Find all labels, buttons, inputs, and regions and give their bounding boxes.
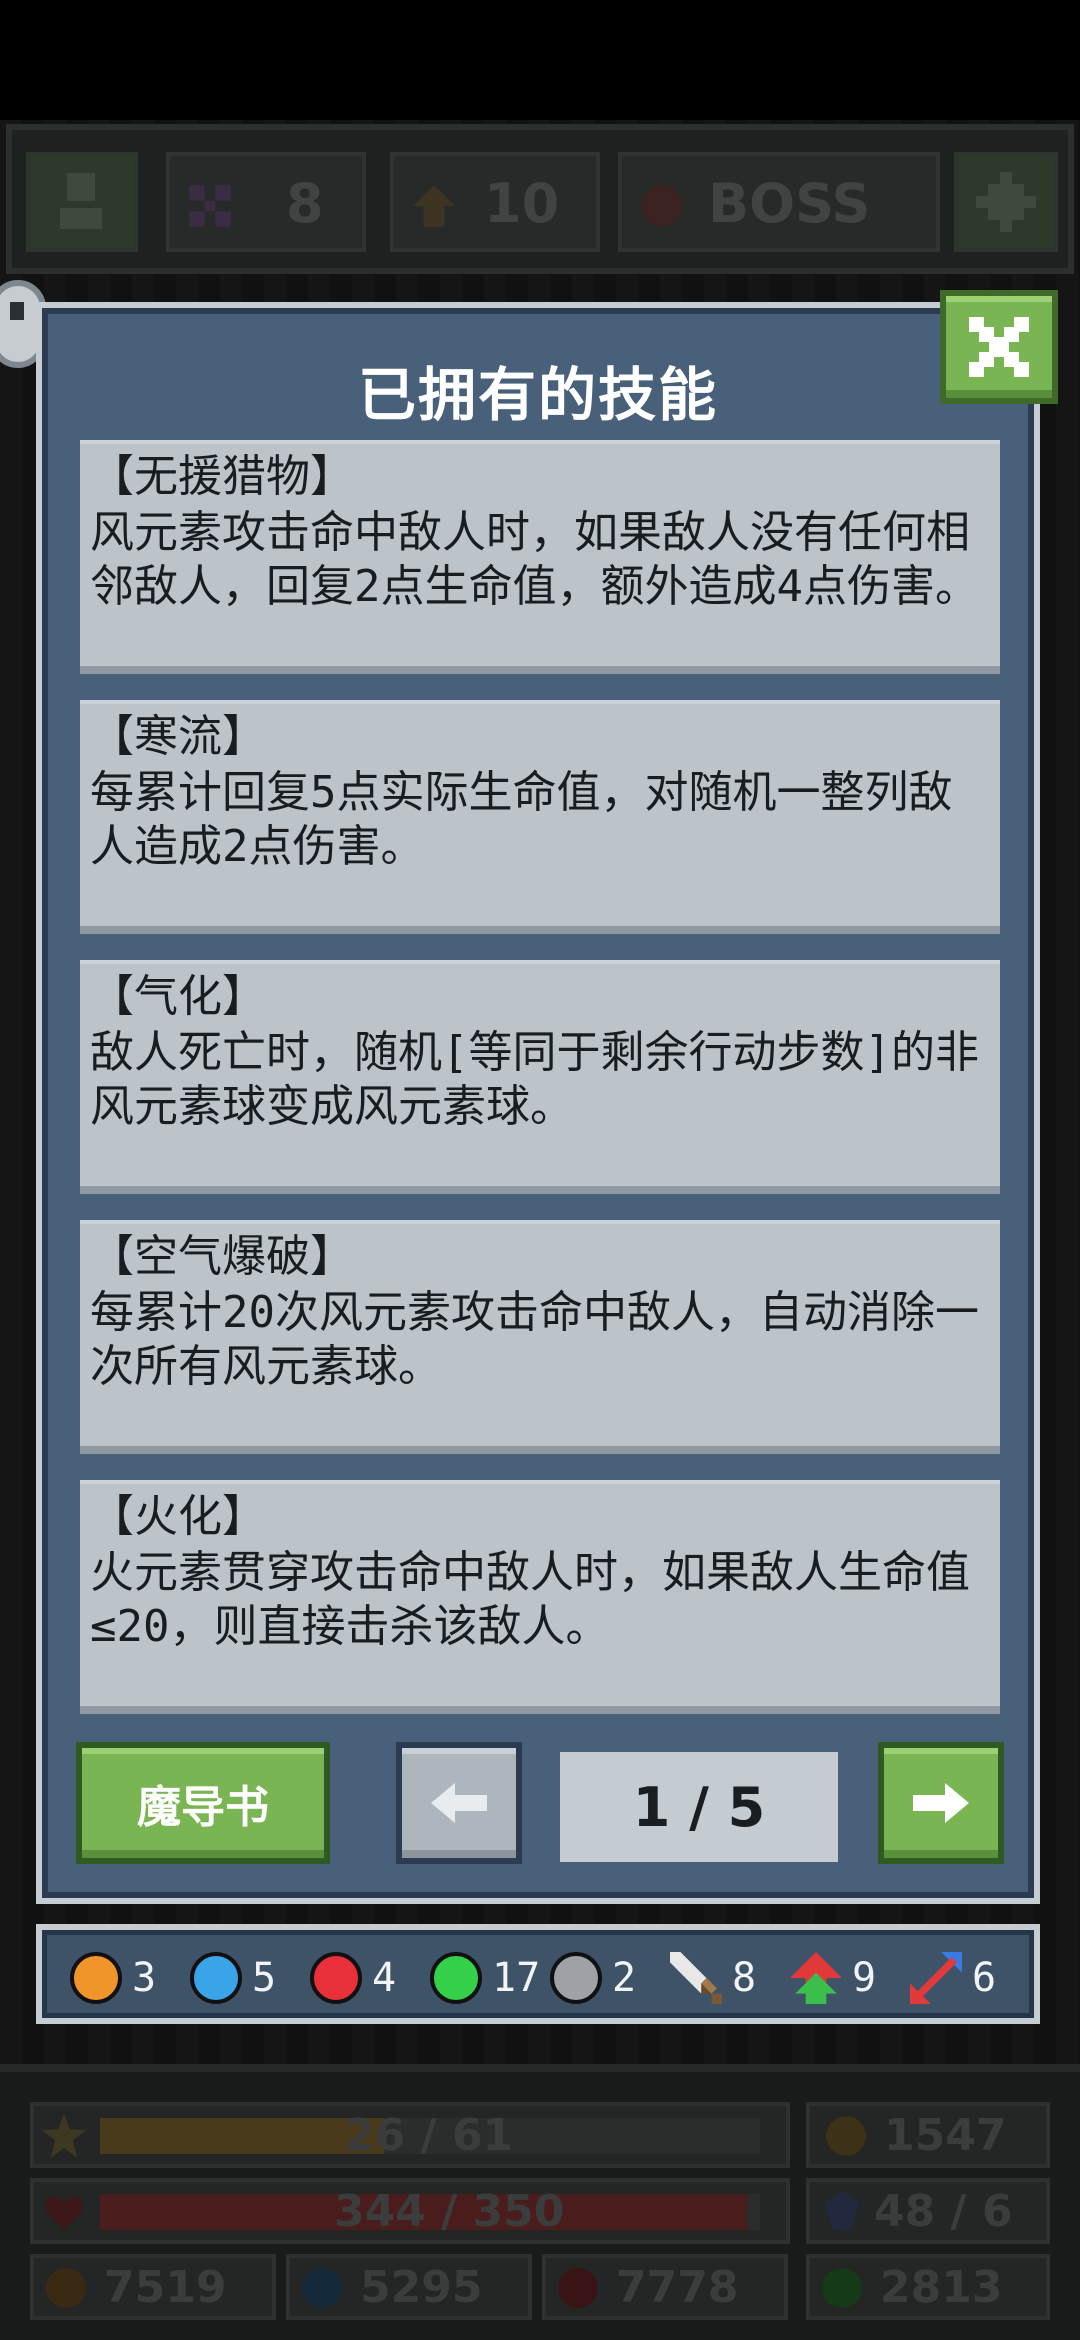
green-orb-icon: [430, 1952, 482, 2004]
resource-item: 5: [190, 1950, 276, 2006]
orange-orb-icon: [70, 1952, 122, 2004]
resource-count: 2: [612, 1955, 637, 2001]
skill-card[interactable]: 【无援猎物】 风元素攻击命中敌人时，如果敌人没有任何相邻敌人，回复2点生命值，额…: [80, 440, 1000, 674]
resource-item: 9: [790, 1950, 876, 2006]
resource-count: 9: [852, 1955, 877, 2001]
resource-count: 3: [132, 1955, 157, 2001]
star-icon: [42, 2114, 86, 2158]
skill-name: 【空气爆破】: [90, 1231, 354, 1282]
blue-stat-icon: [302, 2268, 342, 2308]
dialog-title: 已拥有的技能: [357, 361, 718, 429]
resource-item: 2: [550, 1950, 636, 2006]
stat-value-3: 7778: [616, 2262, 739, 2313]
relic-counter: 8: [166, 152, 366, 252]
skill-name: 【气化】: [90, 971, 266, 1022]
skill-description: 火元素贯穿攻击命中敌人时，如果敌人生命值≤20，则直接击杀该敌人。: [90, 1547, 970, 1652]
top-bar: 8 10 BOSS: [6, 124, 1074, 274]
profile-button[interactable]: [26, 152, 138, 252]
person-icon: [60, 173, 102, 229]
stat-panel-2: 5295: [286, 2254, 532, 2320]
armor-value: 48 / 6: [874, 2186, 1013, 2237]
gold-coin-icon: [826, 2116, 866, 2156]
resource-count: 4: [372, 1955, 397, 2001]
skill-description: 每累计回复5点实际生命值，对随机一整列敌人造成2点伤害。: [90, 767, 953, 872]
sword-icon: [670, 1952, 722, 2004]
stat-panel-1: 7519: [30, 2254, 276, 2320]
stat-value-4: 2813: [880, 2262, 1003, 2313]
right-arrow-icon: [913, 1783, 969, 1823]
skill-card[interactable]: 【火化】 火元素贯穿攻击命中敌人时，如果敌人生命值≤20，则直接击杀该敌人。: [80, 1480, 1000, 1714]
xp-text: 26 / 61: [344, 2110, 514, 2161]
gear-icon: [976, 172, 1036, 232]
skill-description: 风元素攻击命中敌人时，如果敌人没有任何相邻敌人，回复2点生命值，额外造成4点伤害…: [90, 507, 979, 612]
gold-amount: 1547: [884, 2110, 1007, 2161]
skill-card[interactable]: 【气化】 敌人死亡时，随机[等同于剩余行动步数]的非风元素球变成风元素球。: [80, 960, 1000, 1194]
relic-count: 8: [286, 172, 324, 235]
skill-name: 【无援猎物】: [90, 451, 354, 502]
gold-panel: 1547: [806, 2102, 1050, 2168]
stat-panel-3: 7778: [542, 2254, 788, 2320]
left-arrow-icon: [431, 1783, 487, 1823]
stat-value-2: 5295: [360, 2262, 483, 2313]
resource-item: 17: [430, 1950, 540, 2006]
orange-stat-icon: [46, 2268, 86, 2308]
stat-value-1: 7519: [104, 2262, 227, 2313]
settings-button[interactable]: [954, 152, 1058, 252]
resource-count: 5: [252, 1955, 277, 2001]
upgrade-arrow-icon: [790, 1952, 842, 2004]
hp-panel: 344 / 350: [30, 2178, 790, 2244]
grimoire-label: 魔导书: [137, 1782, 269, 1833]
resource-item: 6: [910, 1950, 996, 2006]
resource-item: 4: [310, 1950, 396, 2006]
resource-count: 17: [492, 1955, 541, 2001]
close-icon: [969, 317, 1029, 377]
blue-orb-icon: [190, 1952, 242, 2004]
swap-arrows-icon: [910, 1952, 962, 2004]
up-arrow-icon: [413, 185, 455, 227]
page-indicator: 1 / 5: [560, 1752, 838, 1862]
level-count: 10: [484, 172, 560, 235]
skill-card[interactable]: 【寒流】 每累计回复5点实际生命值，对随机一整列敌人造成2点伤害。: [80, 700, 1000, 934]
red-orb-icon: [310, 1952, 362, 2004]
resource-item: 8: [670, 1950, 756, 2006]
boss-indicator[interactable]: BOSS: [618, 152, 940, 252]
skill-description: 敌人死亡时，随机[等同于剩余行动步数]的非风元素球变成风元素球。: [90, 1027, 979, 1132]
next-page-button[interactable]: [878, 1742, 1004, 1864]
clover-icon: [189, 185, 231, 227]
bottom-hud: 26 / 61 1547 344 / 350 48 / 6 7519 5295 …: [0, 2064, 1080, 2340]
xp-panel: 26 / 61: [30, 2102, 790, 2168]
heart-icon: [45, 2196, 83, 2230]
stat-panel-4: 2813: [806, 2254, 1050, 2320]
resource-count: 8: [732, 1955, 757, 2001]
close-button[interactable]: [940, 290, 1058, 404]
skill-card[interactable]: 【空气爆破】 每累计20次风元素攻击命中敌人，自动消除一次所有风元素球。: [80, 1220, 1000, 1454]
resource-item: 3: [70, 1950, 156, 2006]
red-stat-icon: [558, 2268, 598, 2308]
skill-name: 【寒流】: [90, 711, 266, 762]
boss-label: BOSS: [708, 172, 871, 235]
skill-description: 每累计20次风元素攻击命中敌人，自动消除一次所有风元素球。: [90, 1287, 979, 1392]
xp-bar-fill: [100, 2118, 384, 2154]
shield-icon: [824, 2190, 860, 2230]
skill-name: 【火化】: [90, 1491, 266, 1542]
resource-bar: 3 5 4 17 2 8 9 6: [36, 1924, 1040, 2024]
level-counter: 10: [390, 152, 600, 252]
prev-page-button[interactable]: [396, 1742, 522, 1864]
boss-skull-icon: [641, 185, 683, 227]
hp-text: 344 / 350: [334, 2186, 565, 2237]
grimoire-button[interactable]: 魔导书: [76, 1742, 330, 1864]
resource-count: 6: [972, 1955, 997, 2001]
green-stat-icon: [822, 2268, 862, 2308]
armor-panel: 48 / 6: [806, 2178, 1050, 2244]
grey-orb-icon: [550, 1952, 602, 2004]
